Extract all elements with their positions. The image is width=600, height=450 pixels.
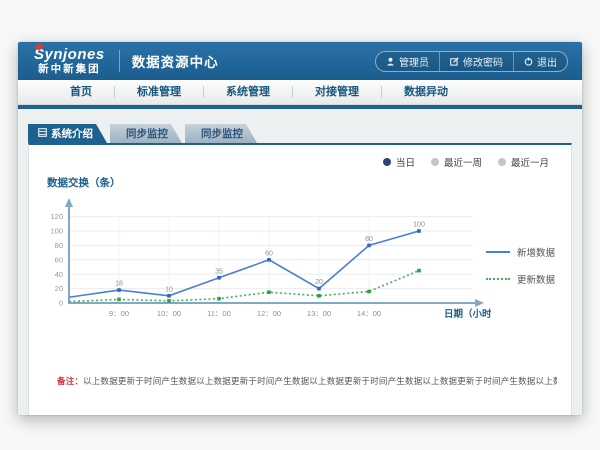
footnote-text: 以上数据更新于时间产生数据以上数据更新于时间产生数据以上数据更新于时间产生数据以… [83,376,557,386]
app-window: Synjones 新中新集团 数据资源中心 管理员 修改密码 [18,42,582,415]
change-password-label: 修改密码 [463,54,503,69]
green-dotted-swatch-icon [486,278,510,280]
radio-label: 最近一周 [444,155,482,169]
data-point-marker [117,288,121,292]
nav-item-standard-management[interactable]: 标准管理 [115,86,204,98]
user-button[interactable]: 管理员 [376,52,440,71]
tab-sync-monitor-2[interactable]: 同步监控 [185,124,257,143]
radio-last-week[interactable]: 最近一周 [431,155,482,169]
y-tick-label: 0 [59,299,63,308]
data-point-label: 20 [315,279,323,286]
data-point-marker [317,294,321,298]
data-point-label: 10 [165,286,173,293]
data-point-marker [367,244,371,248]
radio-dot-icon [383,158,391,166]
y-tick-label: 100 [50,227,63,236]
logo: Synjones 新中新集团 [34,47,105,75]
nav-item-system-management[interactable]: 系统管理 [204,86,293,98]
y-axis-title: 数据交换（条） [47,175,121,190]
nav-item-integration-management[interactable]: 对接管理 [293,86,382,98]
data-point-marker [417,269,421,273]
radio-label: 当日 [396,155,415,169]
time-range-radio-group: 当日 最近一周 最近一月 [383,155,549,169]
x-tick-label: 10：00 [157,309,181,318]
logout-label: 退出 [537,54,557,69]
line-chart: 0 20 40 60 80 100 120 9：00 10：00 11：00 12：00 13：00 1… [41,193,491,333]
data-point-marker [267,258,271,262]
data-point-marker [217,297,221,301]
content-area: 系统介绍 同步监控 同步监控 当日 最近一周 [18,109,582,415]
legend-label: 新增数据 [517,245,555,259]
x-tick-label: 11：00 [207,309,231,318]
chart-card: 当日 最近一周 最近一月 数据交换（条） 0 20 40 60 80 100 120 9：00… [28,143,572,415]
data-point-label: 35 [215,268,223,275]
data-point-marker [117,298,121,302]
data-point-marker [167,294,171,298]
x-tick-label: 14：00 [357,309,381,318]
footnote-prefix: 备注： [57,376,83,386]
y-tick-label: 80 [55,241,63,250]
y-tick-label: 40 [55,270,63,279]
data-point-marker [267,290,271,294]
tab-sync-monitor-1[interactable]: 同步监控 [110,124,182,143]
header-divider [119,50,120,72]
data-point-marker [317,287,321,291]
data-point-label: 100 [413,222,425,229]
data-point-label: 80 [365,236,373,243]
legend-item-new-data: 新增数据 [486,245,555,259]
user-label: 管理员 [399,54,429,69]
data-point-marker [167,299,171,303]
logout-button[interactable]: 退出 [514,52,567,71]
x-axis-title: 日期（小时） [444,308,491,320]
data-point-marker [417,229,421,233]
tab-system-intro[interactable]: 系统介绍 [28,124,107,143]
radio-today[interactable]: 当日 [383,155,415,169]
legend-label: 更新数据 [517,272,555,286]
series-legend: 新增数据 更新数据 [486,245,555,286]
x-tick-label: 12：00 [257,309,281,318]
app-header: Synjones 新中新集团 数据资源中心 管理员 修改密码 [18,42,582,80]
y-axis-arrow-icon [65,198,73,207]
radio-last-month[interactable]: 最近一月 [498,155,549,169]
x-tick-label: 13：00 [307,309,331,318]
nav-item-home[interactable]: 首页 [48,86,115,98]
x-axis-arrow-icon [475,299,484,307]
user-toolbar: 管理员 修改密码 退出 [375,51,568,72]
logo-main: Synjones [34,47,105,62]
x-tick-label: 9：00 [109,309,129,318]
data-point-label: 60 [265,250,273,257]
radio-dot-icon [498,158,506,166]
legend-item-updated-data: 更新数据 [486,272,555,286]
main-nav: 首页 标准管理 系统管理 对接管理 数据异动 [18,80,582,105]
change-password-button[interactable]: 修改密码 [440,52,514,71]
data-point-marker [367,290,371,294]
user-icon [386,57,395,66]
data-point-label: 18 [115,281,123,288]
power-icon [524,57,533,66]
data-point-marker [217,276,221,280]
blue-line-swatch-icon [486,251,510,253]
tab-bar: 系统介绍 同步监控 同步监控 [28,124,257,143]
nav-item-data-change[interactable]: 数据异动 [382,86,470,98]
page-title: 数据资源中心 [132,51,219,71]
y-tick-label: 20 [55,284,63,293]
footnote: 备注：以上数据更新于时间产生数据以上数据更新于时间产生数据以上数据更新于时间产生… [57,375,557,387]
tab-label: 同步监控 [126,126,168,141]
y-tick-label: 120 [50,212,63,221]
radio-label: 最近一月 [511,155,549,169]
tab-label: 同步监控 [201,126,243,141]
document-grid-icon [38,128,47,140]
tab-label: 系统介绍 [51,126,93,141]
radio-dot-icon [431,158,439,166]
y-tick-label: 60 [55,255,63,264]
logo-sub: 新中新集团 [34,64,105,75]
edit-icon [450,57,459,66]
